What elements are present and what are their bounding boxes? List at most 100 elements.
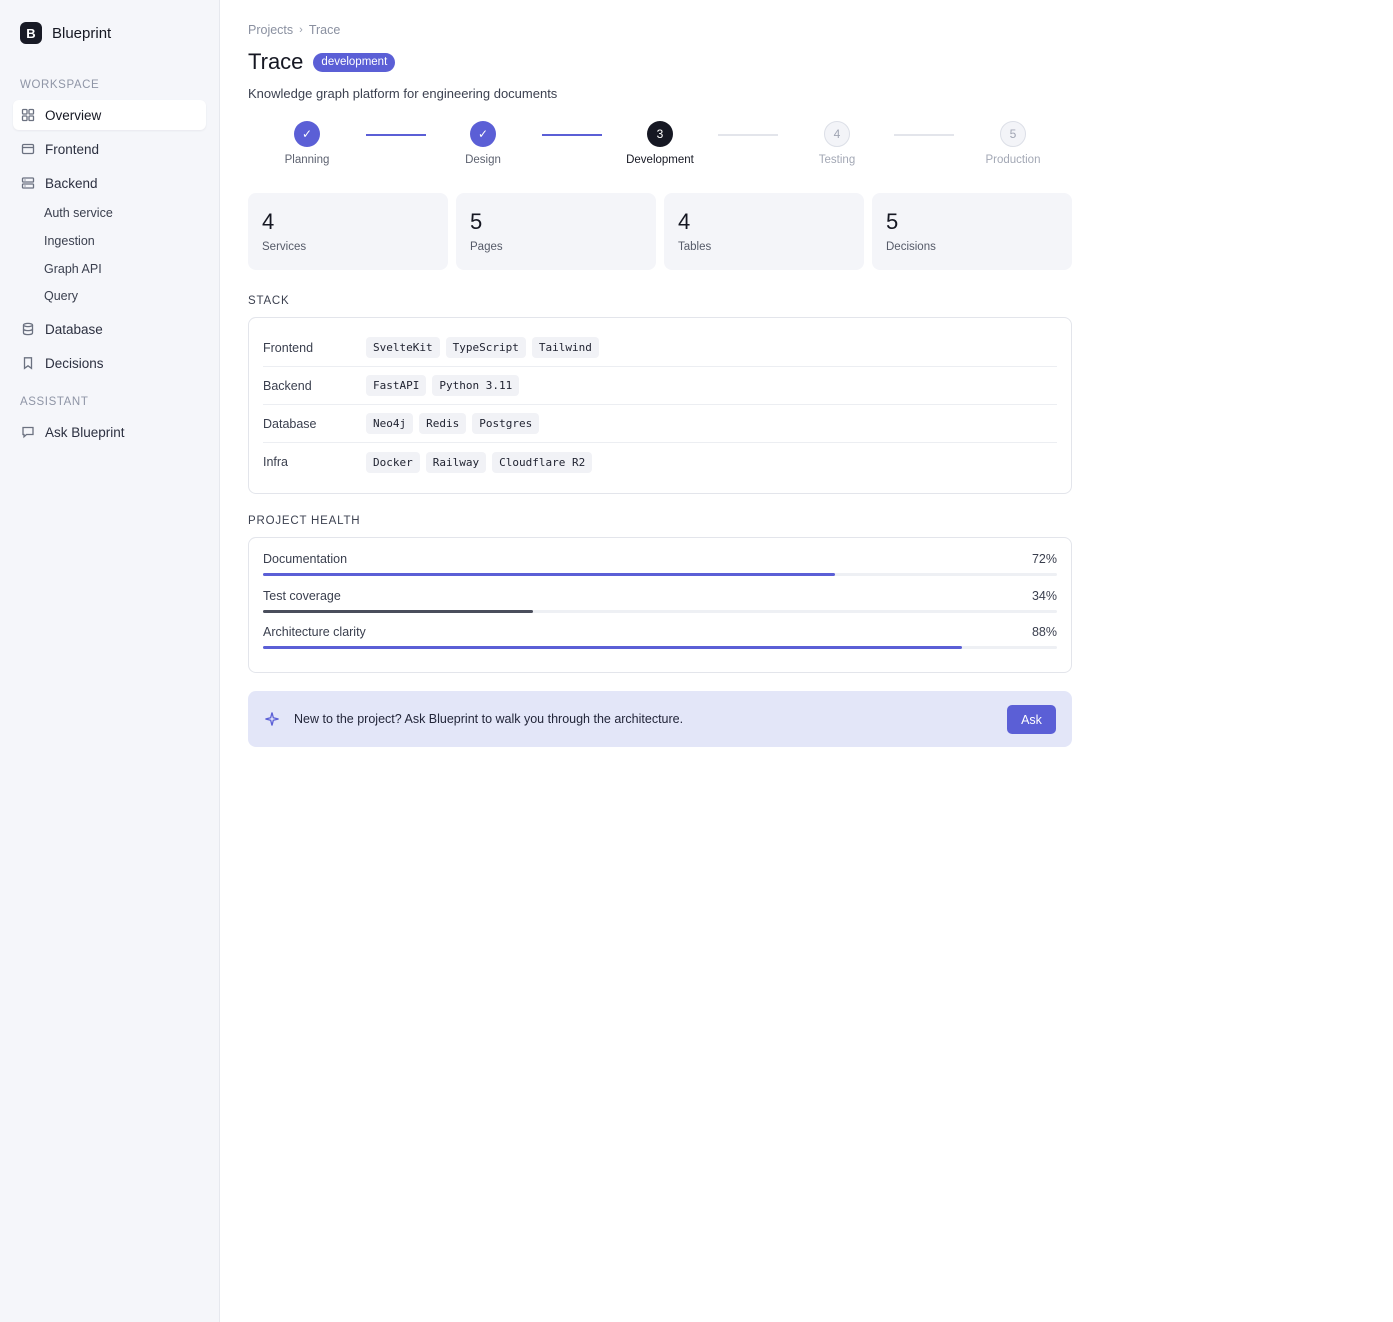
tech-chip: Cloudflare R2 bbox=[492, 451, 593, 473]
progress-track bbox=[263, 646, 1057, 649]
stack-row-name: Database bbox=[263, 416, 317, 431]
sidebar-item-label: Ask Blueprint bbox=[45, 424, 125, 440]
brand-logo: B bbox=[20, 22, 42, 44]
tech-chip: Postgres bbox=[472, 413, 540, 434]
metric-percent: 88% bbox=[1031, 625, 1057, 639]
tech-chip: Python 3.11 bbox=[432, 375, 520, 396]
sidebar-item-database[interactable]: Database bbox=[13, 314, 206, 344]
step-connector bbox=[894, 134, 954, 136]
page-subtitle: Knowledge graph platform for engineering… bbox=[248, 86, 558, 101]
sidebar-item-label: Database bbox=[45, 321, 103, 337]
breadcrumb-separator: › bbox=[299, 24, 303, 36]
step-label: Design bbox=[465, 154, 501, 166]
stack-row-backend: Backend FastAPI Python 3.11 bbox=[263, 367, 1057, 405]
step-production: 5 Production bbox=[953, 121, 1073, 166]
progress-fill bbox=[263, 573, 835, 576]
stat-label: Decisions bbox=[886, 241, 936, 253]
step-label: Testing bbox=[818, 154, 856, 166]
breadcrumb-current: Trace bbox=[308, 23, 341, 37]
breadcrumb: Projects › Trace bbox=[248, 23, 340, 37]
tech-chip: Redis bbox=[419, 413, 467, 434]
step-connector bbox=[366, 134, 426, 136]
step-check-icon: ✓ bbox=[470, 121, 496, 147]
tech-chip: Railway bbox=[425, 451, 487, 473]
progress-track bbox=[263, 573, 1057, 576]
health-card: Documentation 72% Test coverage 34% Arch… bbox=[248, 537, 1072, 673]
server-icon bbox=[21, 176, 35, 190]
sidebar-item-label: Frontend bbox=[45, 141, 100, 157]
sidebar-item-backend[interactable]: Backend bbox=[13, 168, 206, 198]
step-number: 3 bbox=[647, 121, 673, 147]
grid-icon bbox=[21, 108, 35, 122]
assistant-section-label: ASSISTANT bbox=[20, 396, 89, 408]
breadcrumb-projects[interactable]: Projects bbox=[248, 23, 293, 37]
metric-label: Documentation bbox=[263, 552, 348, 566]
step-development: 3 Development bbox=[600, 121, 720, 166]
stack-row-name: Frontend bbox=[263, 340, 314, 355]
sidebar-item-overview[interactable]: Overview bbox=[13, 100, 206, 130]
step-testing: 4 Testing bbox=[777, 121, 897, 166]
metric-documentation: Documentation 72% bbox=[263, 552, 1057, 576]
tech-chip: SvelteKit bbox=[366, 337, 440, 358]
status-badge: development bbox=[313, 52, 396, 72]
stat-card-pages: 5 Pages bbox=[456, 193, 656, 270]
stack-row-database: Database Neo4j Redis Postgres bbox=[263, 405, 1057, 443]
sidebar-item-decisions[interactable]: Decisions bbox=[13, 348, 206, 378]
stat-card-decisions: 5 Decisions bbox=[872, 193, 1072, 270]
sidebar-subitem-ingestion[interactable]: Ingestion bbox=[44, 234, 95, 248]
stack-row-name: Backend bbox=[263, 378, 312, 393]
stat-card-tables: 4 Tables bbox=[664, 193, 864, 270]
sidebar-subitem-graph-api[interactable]: Graph API bbox=[44, 262, 102, 276]
window-icon bbox=[21, 142, 35, 156]
sidebar-subitem-query[interactable]: Query bbox=[44, 289, 78, 303]
stat-label: Pages bbox=[470, 241, 503, 253]
sidebar-subitem-auth-service[interactable]: Auth service bbox=[44, 206, 113, 220]
tech-chip: Docker bbox=[366, 451, 420, 473]
progress-track bbox=[263, 610, 1057, 613]
tech-chip: TypeScript bbox=[445, 337, 526, 358]
database-icon bbox=[21, 322, 35, 336]
step-planning: ✓ Planning bbox=[247, 121, 367, 166]
stack-row-infra: Infra Docker Railway Cloudflare R2 bbox=[263, 443, 1057, 481]
sparkle-icon bbox=[264, 711, 280, 727]
sidebar-item-ask-blueprint[interactable]: Ask Blueprint bbox=[13, 417, 206, 447]
sidebar-item-frontend[interactable]: Frontend bbox=[13, 134, 206, 164]
stat-value: 5 bbox=[470, 209, 483, 234]
stat-label: Tables bbox=[678, 241, 712, 253]
assistant-banner: New to the project? Ask Blueprint to wal… bbox=[248, 691, 1072, 747]
tech-chip: Tailwind bbox=[531, 337, 599, 358]
bookmark-icon bbox=[21, 356, 35, 370]
step-connector bbox=[718, 134, 778, 136]
step-label: Production bbox=[985, 154, 1041, 166]
ask-button[interactable]: Ask bbox=[1007, 705, 1056, 734]
step-design: ✓ Design bbox=[423, 121, 543, 166]
metric-label: Architecture clarity bbox=[263, 625, 366, 639]
progress-fill bbox=[263, 610, 533, 613]
brand-name: Blueprint bbox=[52, 24, 112, 42]
brand[interactable]: B Blueprint bbox=[20, 22, 111, 44]
workspace-section-label: WORKSPACE bbox=[20, 79, 100, 91]
stack-row-frontend: Frontend SvelteKit TypeScript Tailwind bbox=[263, 329, 1057, 367]
page-title: Trace bbox=[248, 49, 304, 74]
step-number: 4 bbox=[824, 121, 850, 147]
metric-percent: 72% bbox=[1031, 552, 1057, 566]
sidebar-item-label: Overview bbox=[45, 107, 102, 123]
tech-chip: Neo4j bbox=[366, 413, 414, 434]
page-header: Trace development bbox=[248, 49, 396, 75]
chat-icon bbox=[21, 425, 35, 439]
stat-value: 4 bbox=[678, 209, 691, 234]
stack-row-name: Infra bbox=[263, 455, 289, 469]
metric-label: Test coverage bbox=[263, 589, 341, 603]
sidebar-item-label: Backend bbox=[45, 175, 98, 191]
step-label: Planning bbox=[284, 154, 330, 166]
stat-value: 5 bbox=[886, 209, 899, 234]
stat-card-services: 4 Services bbox=[248, 193, 448, 270]
metric-test-coverage: Test coverage 34% bbox=[263, 589, 1057, 613]
tech-chip: FastAPI bbox=[366, 375, 427, 396]
stack-card: Frontend SvelteKit TypeScript Tailwind B… bbox=[248, 317, 1072, 494]
metric-percent: 34% bbox=[1031, 589, 1057, 603]
step-label: Development bbox=[626, 154, 694, 166]
health-section-title: PROJECT HEALTH bbox=[248, 515, 361, 527]
stack-section-title: STACK bbox=[248, 295, 290, 307]
progress-fill bbox=[263, 646, 962, 649]
